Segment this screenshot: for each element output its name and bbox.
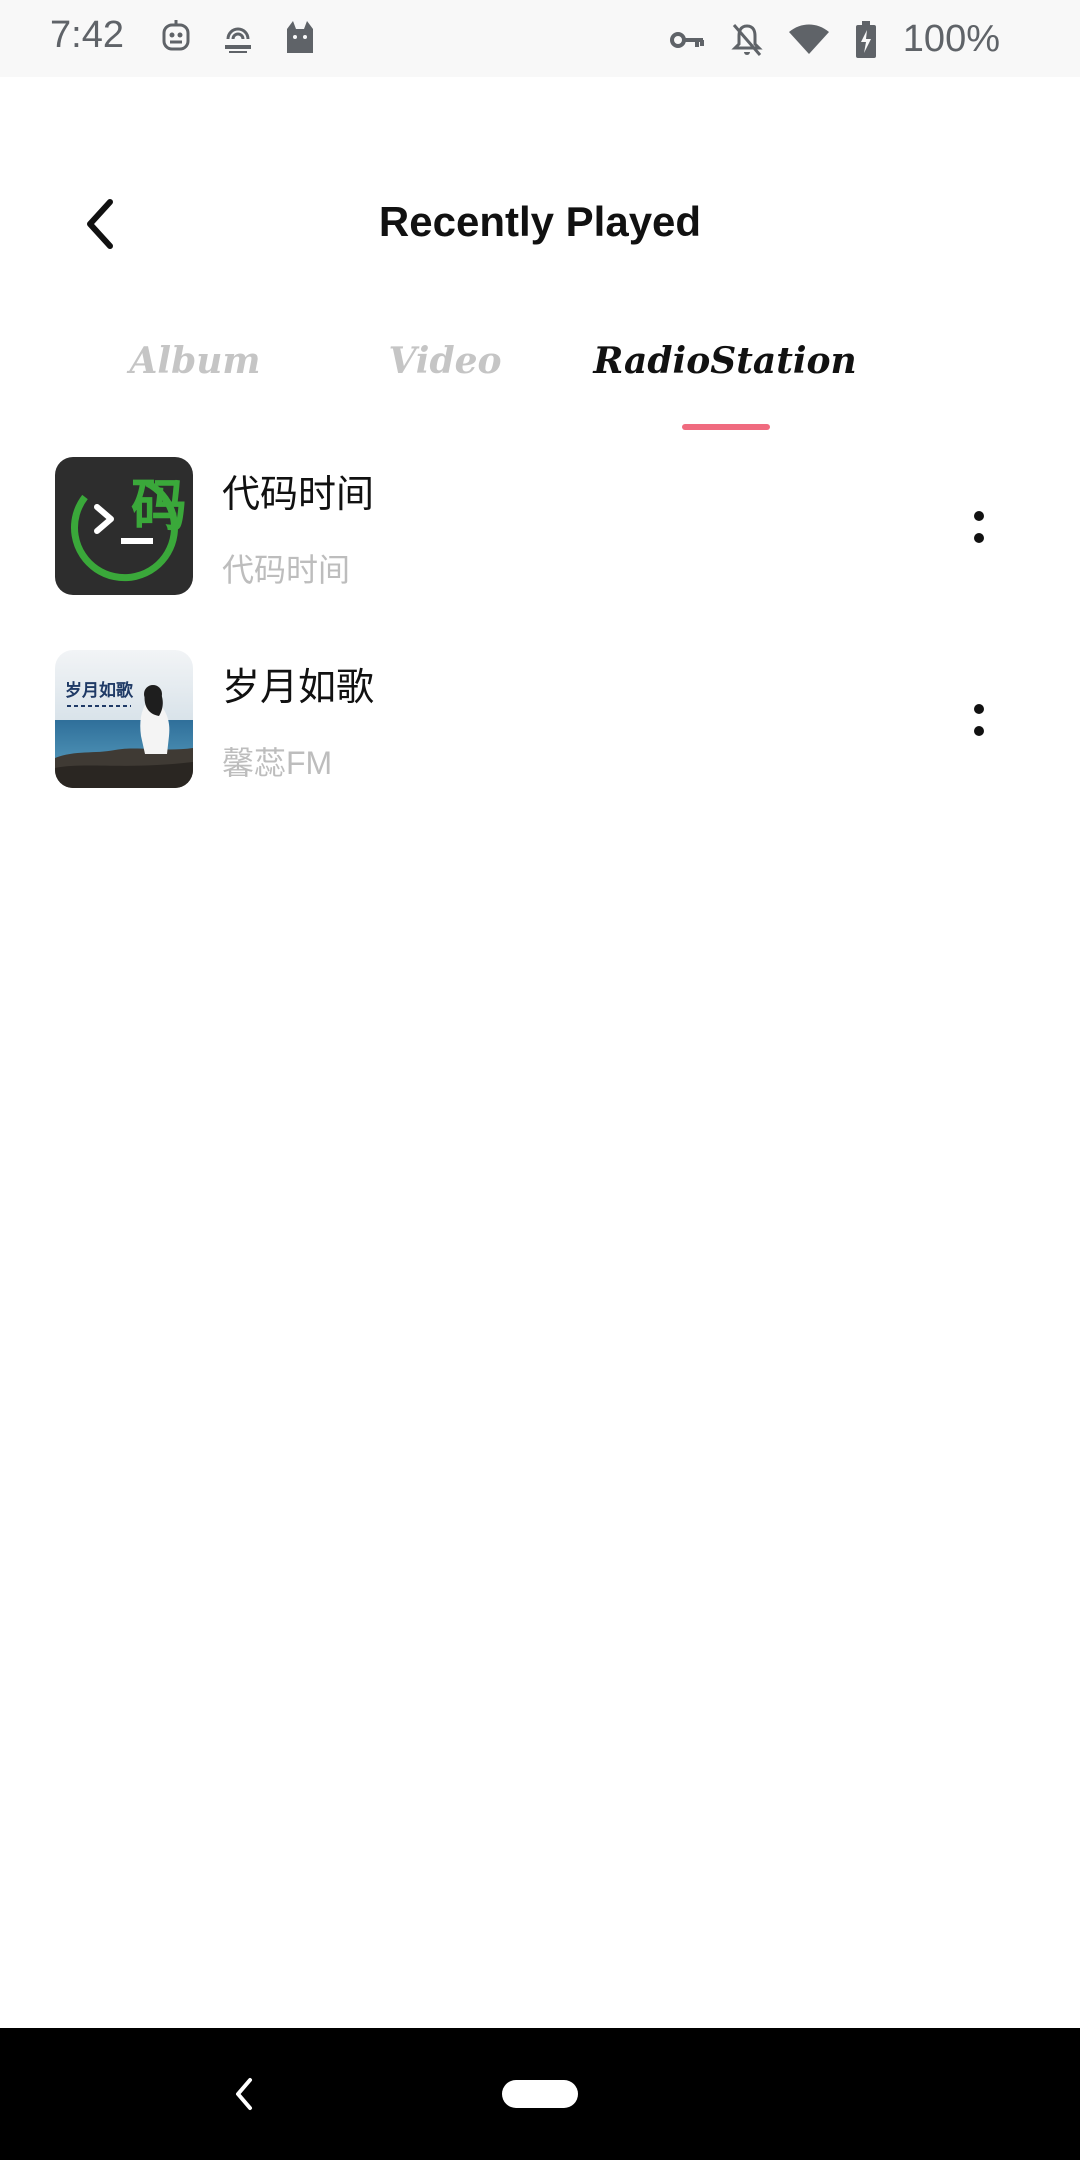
tab-bar: Album Video RadioStation xyxy=(0,340,1080,430)
item-subtitle: 代码时间 xyxy=(222,552,351,588)
more-options-button[interactable] xyxy=(955,680,1003,760)
vpn-key-icon xyxy=(669,25,705,55)
battery-percent: 100% xyxy=(902,18,1000,60)
code-time-logo: 码 xyxy=(55,457,193,595)
battery-charging-icon xyxy=(855,20,877,59)
nav-back-icon xyxy=(236,2078,252,2110)
item-title: 岁月如歌 xyxy=(222,667,375,709)
item-subtitle: 馨蕊FM xyxy=(222,745,333,781)
status-left-icons xyxy=(158,18,318,56)
robot-icon xyxy=(158,18,194,56)
podcast-badge-icon xyxy=(220,18,256,56)
system-nav-bar xyxy=(0,2028,1080,2160)
tab-radiostation[interactable]: RadioStation xyxy=(580,340,870,382)
tab-indicator xyxy=(682,424,770,430)
list-item[interactable]: 码 代码时间 代码时间 xyxy=(0,457,1080,597)
list-item[interactable]: 岁月如歌 岁月如歌 馨蕊FM xyxy=(0,650,1080,790)
more-options-button[interactable] xyxy=(955,487,1003,567)
more-vertical-icon xyxy=(974,511,984,543)
more-vertical-icon xyxy=(974,704,984,736)
status-right-icons: 100% xyxy=(669,18,1000,61)
svg-text:码: 码 xyxy=(131,474,187,539)
seaside-photo: 岁月如歌 xyxy=(55,650,193,788)
notifications-off-icon xyxy=(731,22,763,58)
tab-video[interactable]: Video xyxy=(360,340,530,382)
wifi-icon xyxy=(788,24,829,56)
nav-home-button[interactable] xyxy=(502,2080,578,2108)
nav-back-button[interactable] xyxy=(220,2070,268,2118)
tab-album[interactable]: Album xyxy=(110,340,280,382)
status-time: 7:42 xyxy=(50,14,124,56)
svg-text:岁月如歌: 岁月如歌 xyxy=(65,680,134,701)
cat-icon xyxy=(282,18,318,56)
page-title: Recently Played xyxy=(378,198,702,245)
item-title: 代码时间 xyxy=(222,474,375,516)
status-bar: 7:42 100% xyxy=(0,0,1080,77)
